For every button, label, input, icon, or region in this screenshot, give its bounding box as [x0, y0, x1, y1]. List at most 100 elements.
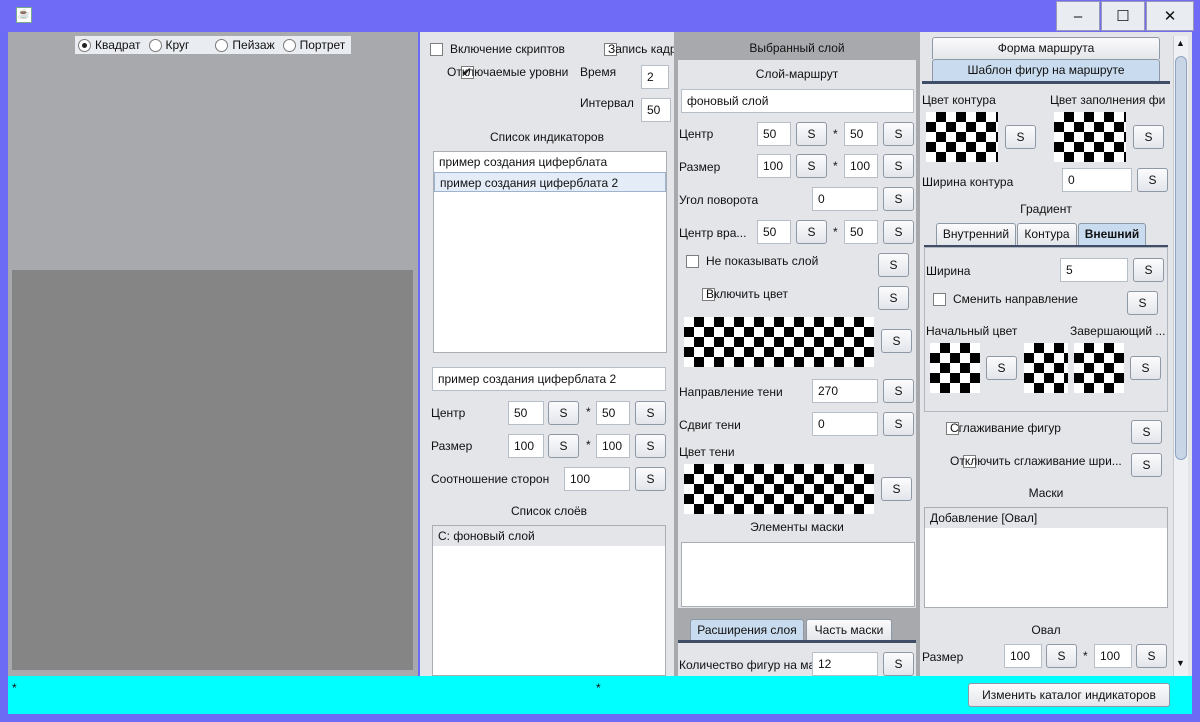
gradient-width-input[interactable]: 5 — [1060, 258, 1128, 282]
radio-circle-label: Круг — [165, 38, 190, 52]
aspect-input[interactable]: 100 — [564, 467, 630, 491]
center-x-s-button[interactable]: S — [548, 401, 579, 425]
oval-size-h-s-button[interactable]: S — [1136, 644, 1167, 668]
minimize-button[interactable]: – — [1056, 1, 1100, 31]
smoothing-s-button[interactable]: S — [1131, 420, 1162, 444]
masks-label: Маски — [1028, 486, 1064, 500]
start-color-swatch[interactable] — [930, 343, 980, 393]
shadow-direction-s-button[interactable]: S — [883, 379, 914, 403]
layer-center-x-input[interactable]: 50 — [757, 122, 791, 146]
start-color-s-button[interactable]: S — [986, 356, 1017, 380]
indicator-name-input[interactable]: пример создания циферблата 2 — [432, 367, 666, 391]
rot-center-y-input[interactable]: 50 — [844, 220, 878, 244]
hide-layer-s-button[interactable]: S — [878, 253, 909, 277]
oval-size-h-input[interactable]: 100 — [1094, 644, 1132, 668]
layer-center-y-input[interactable]: 50 — [844, 122, 878, 146]
radio-landscape[interactable] — [215, 38, 229, 52]
preview-canvas[interactable] — [12, 270, 413, 670]
end-color-s-button[interactable]: S — [1130, 356, 1161, 380]
rotation-s-button[interactable]: S — [883, 187, 914, 211]
oval-size-w-input[interactable]: 100 — [1004, 644, 1042, 668]
layer-name-input[interactable]: фоновый слой — [681, 89, 914, 113]
shadow-direction-input[interactable]: 270 — [812, 379, 878, 403]
size-label: Размер — [431, 439, 473, 453]
outline-color-swatch[interactable] — [926, 112, 998, 162]
rot-center-x-input[interactable]: 50 — [757, 220, 791, 244]
reverse-direction-s-button[interactable]: S — [1127, 291, 1158, 315]
list-item[interactable]: Добавление [Овал] — [925, 508, 1167, 528]
maximize-button[interactable]: ☐ — [1101, 1, 1145, 31]
layer-color-swatch[interactable] — [684, 317, 874, 367]
rot-center-y-s-button[interactable]: S — [883, 220, 914, 244]
time-input[interactable]: 2 — [641, 65, 669, 89]
shadow-shift-s-button[interactable]: S — [883, 412, 914, 436]
oval-size-w-s-button[interactable]: S — [1046, 644, 1077, 668]
tab-layer-extensions[interactable]: Расширения слоя — [690, 619, 804, 641]
radio-square[interactable] — [78, 38, 91, 52]
record-label: Запись кадр — [608, 42, 674, 56]
end-color-swatch[interactable] — [1074, 343, 1124, 393]
shadow-shift-input[interactable]: 0 — [812, 412, 878, 436]
shadow-color-s-button[interactable]: S — [881, 477, 912, 501]
shape-count-input[interactable]: 12 — [812, 652, 878, 676]
smoothing-label: Сглаживание фигур — [950, 421, 1061, 435]
scrollbar-thumb[interactable] — [1175, 56, 1187, 460]
scripts-checkbox[interactable] — [430, 43, 443, 57]
layer-size-h-input[interactable]: 100 — [844, 154, 878, 178]
mask-elements-list[interactable] — [681, 542, 915, 607]
gradient-width-s-button[interactable]: S — [1133, 258, 1164, 282]
rot-center-x-s-button[interactable]: S — [796, 220, 827, 244]
center-x-input[interactable]: 50 — [508, 401, 544, 425]
tab-gradient-outer[interactable]: Внешний — [1078, 223, 1146, 245]
shadow-color-label: Цвет тени — [679, 445, 735, 459]
list-item[interactable]: пример создания циферблата 2 — [434, 172, 666, 192]
outline-width-s-button[interactable]: S — [1137, 168, 1168, 192]
list-item[interactable]: пример создания циферблата — [434, 152, 666, 172]
layer-center-x-s-button[interactable]: S — [796, 122, 827, 146]
list-item[interactable]: С: фоновый слой — [433, 526, 665, 546]
enable-color-s-button[interactable]: S — [878, 286, 909, 310]
size-w-s-button[interactable]: S — [548, 434, 579, 458]
disable-font-smoothing-s-button[interactable]: S — [1131, 453, 1162, 477]
change-catalog-button[interactable]: Изменить каталог индикаторов — [968, 683, 1170, 707]
hide-layer-checkbox[interactable] — [686, 255, 699, 269]
layer-size-w-input[interactable]: 100 — [757, 154, 791, 178]
layers-list[interactable]: С: фоновый слой — [432, 525, 666, 676]
mid-color-swatch[interactable] — [1024, 343, 1068, 393]
close-button[interactable]: ✕ — [1146, 1, 1194, 31]
scroll-up-icon[interactable]: ▲ — [1176, 38, 1185, 48]
size-h-s-button[interactable]: S — [635, 434, 666, 458]
tab-route-shape[interactable]: Форма маршрута — [932, 37, 1160, 59]
layer-size-w-s-button[interactable]: S — [796, 154, 827, 178]
shadow-color-swatch[interactable] — [684, 464, 874, 514]
radio-portrait[interactable] — [282, 38, 296, 52]
reverse-direction-checkbox[interactable] — [933, 293, 946, 307]
oval-size-label: Размер — [922, 650, 964, 664]
radio-circle[interactable] — [148, 38, 162, 52]
masks-list[interactable]: Добавление [Овал] — [924, 507, 1168, 608]
tab-mask-part[interactable]: Часть маски — [806, 619, 892, 641]
interval-input[interactable]: 50 — [641, 98, 671, 122]
layer-center-y-s-button[interactable]: S — [883, 122, 914, 146]
layer-size-h-s-button[interactable]: S — [883, 154, 914, 178]
outline-width-input[interactable]: 0 — [1062, 168, 1132, 192]
indicators-list[interactable]: пример создания циферблата пример создан… — [433, 151, 667, 353]
aspect-s-button[interactable]: S — [635, 467, 666, 491]
shape-count-s-button[interactable]: S — [883, 652, 914, 676]
tab-gradient-outline[interactable]: Контура — [1017, 223, 1077, 245]
fill-color-s-button[interactable]: S — [1133, 125, 1164, 149]
size-h-input[interactable]: 100 — [596, 434, 630, 458]
center-y-input[interactable]: 50 — [596, 401, 630, 425]
center-y-s-button[interactable]: S — [635, 401, 666, 425]
outline-color-s-button[interactable]: S — [1005, 125, 1036, 149]
size-w-input[interactable]: 100 — [508, 434, 544, 458]
route-layer-title: Слой-маршрут — [755, 67, 839, 81]
rotation-input[interactable]: 0 — [812, 187, 878, 211]
vertical-scrollbar[interactable]: ▲ ▼ — [1173, 36, 1188, 676]
tab-gradient-inner[interactable]: Внутренний — [936, 223, 1016, 245]
tab-route-template[interactable]: Шаблон фигур на маршруте — [932, 59, 1160, 81]
layer-color-s-button[interactable]: S — [881, 329, 912, 353]
scroll-down-icon[interactable]: ▼ — [1176, 658, 1185, 668]
multiply-sign: * — [833, 225, 838, 239]
fill-color-swatch[interactable] — [1054, 112, 1126, 162]
